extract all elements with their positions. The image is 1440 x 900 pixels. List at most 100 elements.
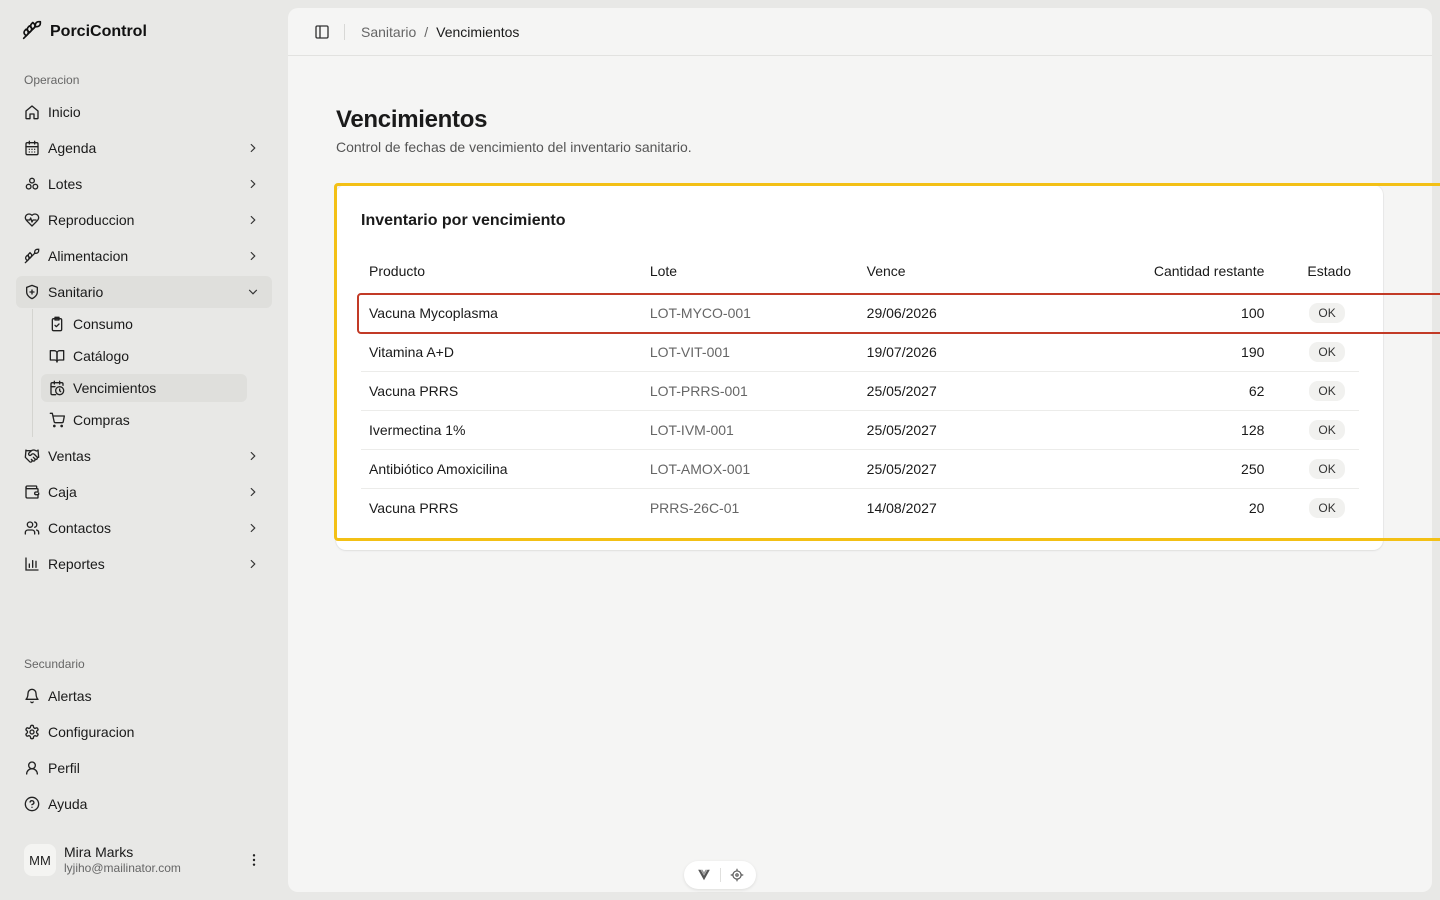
sidebar-item-lotes[interactable]: Lotes <box>16 168 272 200</box>
sidebar-item-contactos[interactable]: Contactos <box>16 512 272 544</box>
sidebar-subitem-label: Catálogo <box>73 348 130 364</box>
sidebar-subitem-label: Compras <box>73 412 130 428</box>
breadcrumb-current: Vencimientos <box>436 24 520 40</box>
sidebar-item-alimentacion[interactable]: Alimentacion <box>16 240 272 272</box>
status-badge: OK <box>1309 302 1345 323</box>
vue-logo-icon[interactable] <box>697 868 711 882</box>
cell-lote: LOT-VIT-001 <box>641 332 859 372</box>
cell-producto: Vacuna PRRS <box>361 371 642 411</box>
sidebar-item-label: Ayuda <box>48 796 88 812</box>
sidebar-item-label: Inicio <box>48 104 81 120</box>
sidebar-item-perfil[interactable]: Perfil <box>16 752 272 784</box>
gear-icon <box>24 724 40 740</box>
breadcrumb-separator: / <box>424 24 429 40</box>
column-header-vence: Vence <box>858 249 1049 294</box>
column-header-lote: Lote <box>641 249 859 294</box>
sidebar-item-reproduccion[interactable]: Reproduccion <box>16 204 272 236</box>
breadcrumb-parent[interactable]: Sanitario <box>361 24 416 40</box>
sidebar-item-label: Sanitario <box>48 284 104 300</box>
users-icon <box>24 520 40 536</box>
sidebar: PorciControl Operacion Inicio Agenda Lot… <box>0 0 288 900</box>
topbar: Sanitario / Vencimientos <box>288 8 1432 56</box>
chevron-right-icon <box>250 143 256 153</box>
section-label-operacion: Operacion <box>24 73 80 87</box>
table-row[interactable]: Vacuna Mycoplasma LOT-MYCO-001 29/06/202… <box>361 293 1359 333</box>
chevron-right-icon <box>250 523 256 533</box>
sidebar-item-sanitario[interactable]: Sanitario <box>16 276 272 308</box>
cell-producto: Vacuna Mycoplasma <box>361 293 642 333</box>
cell-vence: 25/05/2027 <box>858 410 1049 450</box>
table-row[interactable]: Vacuna PRRS PRRS-26C-01 14/08/2027 20 OK <box>361 488 1359 527</box>
sidebar-subitem-vencimientos[interactable]: Vencimientos <box>41 374 247 402</box>
page-title: Vencimientos <box>336 106 488 133</box>
table-row[interactable]: Vacuna PRRS LOT-PRRS-001 25/05/2027 62 O… <box>361 371 1359 411</box>
table-row[interactable]: Vitamina A+D LOT-VIT-001 19/07/2026 190 … <box>361 332 1359 372</box>
cell-lote: LOT-IVM-001 <box>641 410 859 450</box>
status-badge: OK <box>1309 380 1345 401</box>
sidebar-subitem-catalogo[interactable]: Catálogo <box>41 342 247 370</box>
sidebar-toggle-icon[interactable] <box>314 24 330 40</box>
sidebar-item-ayuda[interactable]: Ayuda <box>16 788 272 820</box>
cell-vence: 14/08/2027 <box>866 499 937 516</box>
sidebar-item-configuracion[interactable]: Configuracion <box>16 716 272 748</box>
sidebar-item-label: Agenda <box>48 140 97 156</box>
chevron-right-icon <box>250 451 256 461</box>
sidebar-item-label: Contactos <box>48 520 112 536</box>
sidebar-subitem-label: Consumo <box>73 316 133 332</box>
clipboard-check-icon <box>49 316 65 332</box>
cell-lote: PRRS-26C-01 <box>649 499 740 516</box>
submenu-rail <box>32 309 33 437</box>
table-row[interactable]: Ivermectina 1% LOT-IVM-001 25/05/2027 12… <box>361 410 1359 450</box>
cell-cantidad: 250 <box>1048 449 1273 489</box>
cell-vence: 19/07/2026 <box>858 332 1049 372</box>
cell-vence: 25/05/2027 <box>858 449 1049 489</box>
cell-lote: LOT-MYCO-001 <box>641 293 859 333</box>
expiry-card: Inventario por vencimiento Producto Lote… <box>336 185 1383 550</box>
cell-producto: Ivermectina 1% <box>361 410 642 450</box>
floating-toolbar <box>684 861 756 889</box>
user-icon <box>24 760 40 776</box>
sidebar-item-inicio[interactable]: Inicio <box>16 96 272 128</box>
sidebar-subitem-consumo[interactable]: Consumo <box>41 310 247 338</box>
divider <box>719 868 721 882</box>
cell-lote: LOT-AMOX-001 <box>641 449 859 489</box>
sidebar-item-label: Reportes <box>48 556 105 572</box>
heart-pulse-icon <box>24 212 40 228</box>
home-icon <box>24 104 40 120</box>
sidebar-item-label: Ventas <box>48 448 91 464</box>
calendar-icon <box>24 140 40 156</box>
status-badge: OK <box>1309 341 1345 362</box>
user-menu[interactable]: MM Mira Marks lyjiho@mailinator.com <box>16 836 272 884</box>
bar-chart-icon <box>24 556 40 572</box>
chevron-right-icon <box>250 559 256 569</box>
sidebar-subitem-label: Vencimientos <box>73 380 157 396</box>
wallet-icon <box>24 484 40 500</box>
sidebar-item-alertas[interactable]: Alertas <box>16 680 272 712</box>
brand[interactable]: PorciControl <box>22 20 147 44</box>
cell-vence: 29/06/2026 <box>858 293 1049 333</box>
sidebar-item-reportes[interactable]: Reportes <box>16 548 272 580</box>
user-name: Mira Marks <box>64 844 134 860</box>
chevron-right-icon <box>250 251 256 261</box>
page-subtitle: Control de fechas de vencimiento del inv… <box>336 139 692 155</box>
more-vertical-icon[interactable] <box>246 852 262 868</box>
column-header-cantidad: Cantidad restante <box>1048 249 1273 294</box>
status-badge: OK <box>1309 458 1345 479</box>
handshake-icon <box>24 448 40 464</box>
sidebar-subitem-compras[interactable]: Compras <box>41 406 247 434</box>
cell-producto: Antibiótico Amoxicilina <box>361 449 642 489</box>
sidebar-item-caja[interactable]: Caja <box>16 476 272 508</box>
crosshair-icon[interactable] <box>730 868 744 882</box>
cell-cantidad: 20 <box>1248 499 1265 516</box>
divider <box>344 24 345 40</box>
sidebar-item-ventas[interactable]: Ventas <box>16 440 272 472</box>
sidebar-item-label: Perfil <box>48 760 80 776</box>
cell-producto: Vacuna PRRS <box>369 499 459 516</box>
chevron-right-icon <box>250 179 256 189</box>
cell-cantidad: 100 <box>1048 293 1273 333</box>
table-row[interactable]: Antibiótico Amoxicilina LOT-AMOX-001 25/… <box>361 449 1359 489</box>
lots-icon <box>24 176 40 192</box>
chevron-down-icon <box>248 289 258 295</box>
sidebar-item-agenda[interactable]: Agenda <box>16 132 272 164</box>
sidebar-item-label: Alimentacion <box>48 248 129 264</box>
